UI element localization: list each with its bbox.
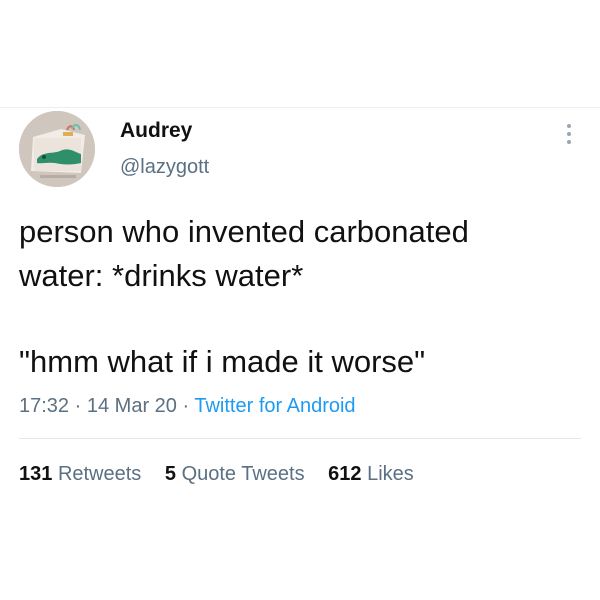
more-options-button[interactable] — [559, 118, 579, 150]
more-vertical-icon — [567, 132, 571, 136]
avatar[interactable] — [19, 111, 95, 187]
top-divider — [0, 107, 600, 108]
tweet-text-line: "hmm what if i made it worse" — [19, 344, 426, 379]
stat-label: Quote Tweets — [181, 463, 305, 485]
stat-label: Retweets — [57, 463, 142, 485]
more-vertical-icon — [567, 124, 571, 128]
stats-divider — [19, 438, 581, 439]
avatar-icon — [19, 111, 95, 187]
author-handle[interactable]: @lazygott — [120, 155, 209, 179]
tweet-stats: 131 Retweets 5 Quote Tweets 612 Likes — [19, 461, 432, 487]
stat-value: 612 — [328, 463, 362, 485]
stat-value: 5 — [164, 463, 176, 485]
tweet-date[interactable]: 14 Mar 20 — [87, 395, 177, 417]
tweet-meta: 17:32 · 14 Mar 20 · Twitter for Android — [19, 393, 356, 419]
tweet-time: 17:32 — [19, 395, 70, 417]
author-display-name[interactable]: Audrey — [120, 118, 192, 144]
retweets-stat[interactable]: 131 Retweets — [19, 461, 141, 487]
quote-tweets-stat[interactable]: 5 Quote Tweets — [165, 461, 305, 487]
meta-separator: · — [182, 395, 190, 417]
likes-stat[interactable]: 612 Likes — [328, 461, 414, 487]
tweet-source-link[interactable]: Twitter for Android — [194, 395, 355, 417]
meta-separator: · — [74, 395, 82, 417]
tweet-text-line: person who invented carbonated — [19, 214, 469, 249]
stat-value: 131 — [19, 463, 53, 485]
stat-label: Likes — [367, 463, 414, 485]
tweet-text-line: water: *drinks water* — [19, 258, 304, 293]
more-vertical-icon — [567, 140, 571, 144]
